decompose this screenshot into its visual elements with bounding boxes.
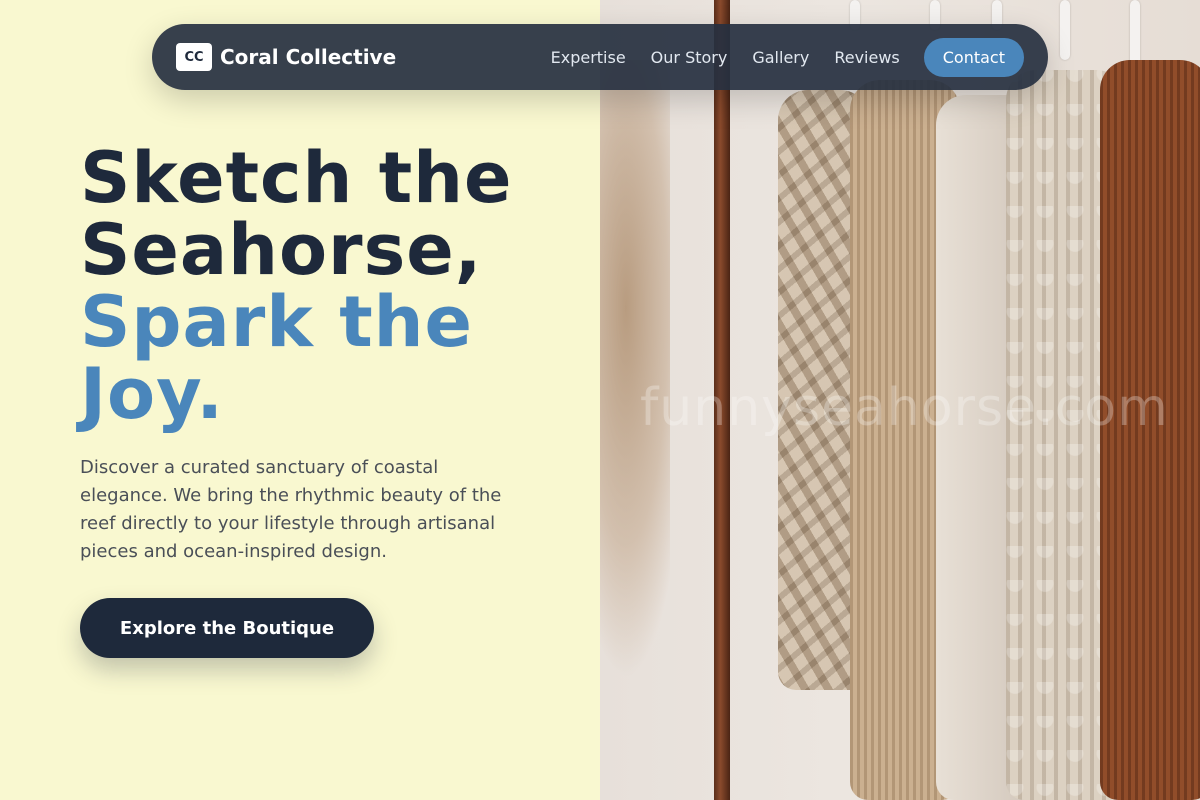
explore-boutique-button[interactable]: Explore the Boutique xyxy=(80,598,374,658)
pampas-grass xyxy=(600,60,670,680)
hero-title-line-1: Sketch the xyxy=(80,137,513,219)
hero-title-line-2: Seahorse, xyxy=(80,209,483,291)
hanger xyxy=(1060,0,1070,60)
nav-link-gallery[interactable]: Gallery xyxy=(752,48,809,67)
top-navbar: CC Coral Collective Expertise Our Story … xyxy=(152,24,1048,90)
nav-links: Expertise Our Story Gallery Reviews Cont… xyxy=(551,37,1024,77)
hero-image: funnyseahorse.com xyxy=(600,0,1200,800)
contact-button[interactable]: Contact xyxy=(923,37,1024,77)
brand-logo-icon: CC xyxy=(176,43,212,71)
nav-link-reviews[interactable]: Reviews xyxy=(834,48,899,67)
nav-link-expertise[interactable]: Expertise xyxy=(551,48,626,67)
hero-description: Discover a curated sanctuary of coastal … xyxy=(80,457,502,562)
nav-link-our-story[interactable]: Our Story xyxy=(651,48,728,67)
hero-title: Sketch the Seahorse, Spark the Joy. xyxy=(80,142,580,430)
image-watermark: funnyseahorse.com xyxy=(640,378,1169,438)
brand[interactable]: CC Coral Collective xyxy=(176,43,396,71)
brand-name: Coral Collective xyxy=(220,45,397,69)
hero-title-accent-line-2: Joy. xyxy=(80,353,224,435)
hero-title-accent-line-1: Spark the xyxy=(80,281,473,363)
